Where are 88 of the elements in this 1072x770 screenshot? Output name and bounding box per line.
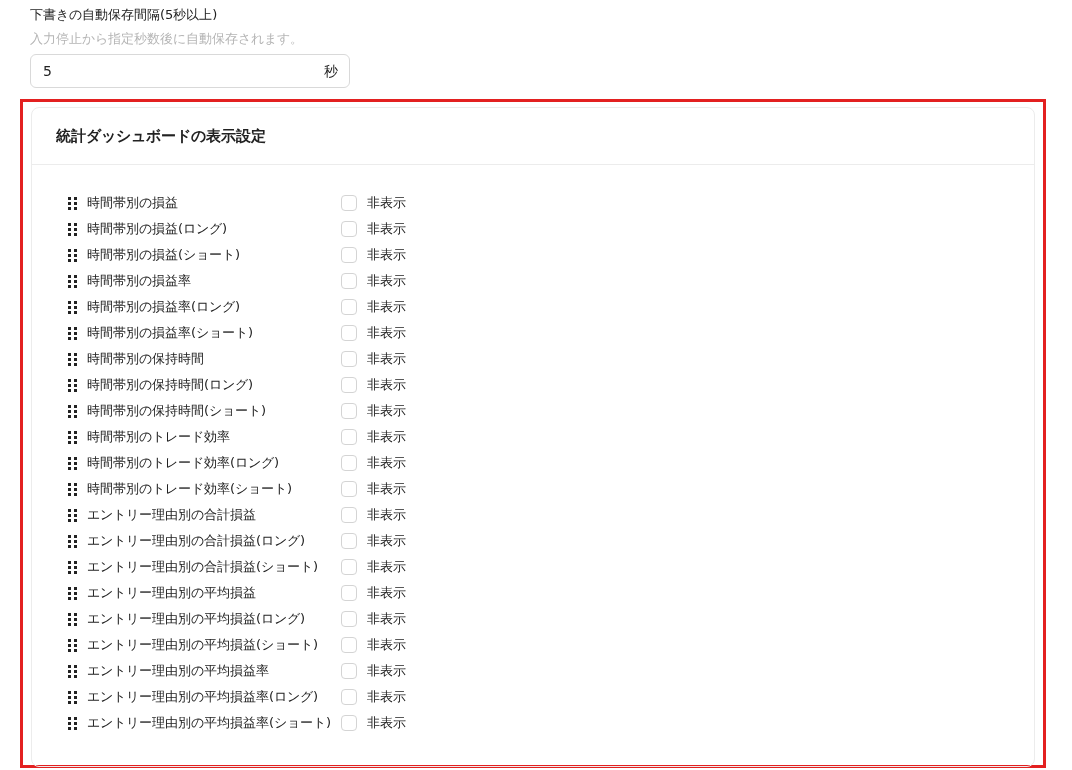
drag-handle-icon[interactable] xyxy=(68,690,77,704)
drag-handle-icon[interactable] xyxy=(68,430,77,444)
checkbox-label: 非表示 xyxy=(367,662,407,680)
item-label: エントリー理由別の平均損益 xyxy=(87,584,257,602)
drag-handle-icon[interactable] xyxy=(68,352,77,366)
drag-handle-icon[interactable] xyxy=(68,664,77,678)
item-label: エントリー理由別の平均損益率(ショート) xyxy=(87,714,332,732)
hide-checkbox[interactable] xyxy=(341,663,358,679)
drag-handle-icon[interactable] xyxy=(68,222,77,236)
hide-checkbox[interactable] xyxy=(341,325,358,341)
item-label: 時間帯別のトレード効率 xyxy=(87,428,231,446)
hide-checkbox[interactable] xyxy=(341,611,358,627)
unit-label: 秒 xyxy=(324,62,338,81)
hide-checkbox[interactable] xyxy=(341,559,358,575)
item-label: 時間帯別の保持時間(ロング) xyxy=(87,376,255,394)
item-label: エントリー理由別の合計損益(ロング) xyxy=(87,532,307,550)
drag-handle-icon[interactable] xyxy=(68,456,77,470)
hide-checkbox[interactable] xyxy=(341,481,358,497)
hide-checkbox[interactable] xyxy=(341,195,358,211)
drag-handle-icon[interactable] xyxy=(68,508,77,522)
checkbox-label: 非表示 xyxy=(367,194,407,212)
item-label: 時間帯別のトレード効率(ショート) xyxy=(87,480,294,498)
drag-handle-icon[interactable] xyxy=(68,326,77,340)
checkbox-label: 非表示 xyxy=(367,584,407,602)
checkbox-label: 非表示 xyxy=(367,402,407,420)
hide-checkbox[interactable] xyxy=(341,585,358,601)
checkbox-label: 非表示 xyxy=(367,506,407,524)
item-label: エントリー理由別の合計損益(ショート) xyxy=(87,558,320,576)
drag-handle-icon[interactable] xyxy=(68,612,77,626)
item-label: エントリー理由別の合計損益 xyxy=(87,506,257,524)
drag-handle-icon[interactable] xyxy=(68,534,77,548)
item-label: エントリー理由別の平均損益(ショート) xyxy=(87,636,320,654)
hide-checkbox[interactable] xyxy=(341,455,358,471)
checkbox-label: 非表示 xyxy=(367,428,407,446)
checkbox-label: 非表示 xyxy=(367,480,407,498)
hide-checkbox[interactable] xyxy=(341,221,358,237)
drag-handle-icon[interactable] xyxy=(68,300,77,314)
hide-checkbox[interactable] xyxy=(341,533,358,549)
drag-handle-icon[interactable] xyxy=(68,586,77,600)
item-label: 時間帯別の損益(ロング) xyxy=(87,220,229,238)
item-label: 時間帯別の損益率 xyxy=(87,272,192,290)
checkbox-label: 非表示 xyxy=(367,636,407,654)
item-label: 時間帯別の損益率(ロング) xyxy=(87,298,242,316)
drag-handle-icon[interactable] xyxy=(68,560,77,574)
hide-checkbox[interactable] xyxy=(341,273,358,289)
checkbox-label: 非表示 xyxy=(367,246,407,264)
checkbox-label: 非表示 xyxy=(367,558,407,576)
item-label: 時間帯別の損益率(ショート) xyxy=(87,324,255,342)
checkbox-label: 非表示 xyxy=(367,714,407,732)
drag-handle-icon[interactable] xyxy=(68,274,77,288)
item-label: 時間帯別の保持時間(ショート) xyxy=(87,402,268,420)
field-hint: 入力停止から指定秒数後に自動保存されます。 xyxy=(30,30,304,48)
checkbox-label: 非表示 xyxy=(367,454,407,472)
hide-checkbox[interactable] xyxy=(341,429,358,445)
hide-checkbox[interactable] xyxy=(341,507,358,523)
item-label: エントリー理由別の平均損益率 xyxy=(87,662,270,680)
drag-handle-icon[interactable] xyxy=(68,638,77,652)
drag-handle-icon[interactable] xyxy=(68,248,77,262)
hide-checkbox[interactable] xyxy=(341,403,358,419)
hide-checkbox[interactable] xyxy=(341,351,358,367)
hide-checkbox[interactable] xyxy=(341,377,358,393)
field-label: 下書きの自動保存間隔(5秒以上) xyxy=(30,6,219,24)
item-label: 時間帯別の保持時間 xyxy=(87,350,205,368)
checkbox-label: 非表示 xyxy=(367,350,407,368)
hide-checkbox[interactable] xyxy=(341,247,358,263)
item-label: エントリー理由別の平均損益(ロング) xyxy=(87,610,307,628)
drag-handle-icon[interactable] xyxy=(68,378,77,392)
checkbox-label: 非表示 xyxy=(367,272,407,290)
item-label: 時間帯別のトレード効率(ロング) xyxy=(87,454,281,472)
drag-handle-icon[interactable] xyxy=(68,482,77,496)
item-label: 時間帯別の損益 xyxy=(87,194,179,212)
drag-handle-icon[interactable] xyxy=(68,196,77,210)
checkbox-label: 非表示 xyxy=(367,298,407,316)
checkbox-label: 非表示 xyxy=(367,610,407,628)
hide-checkbox[interactable] xyxy=(341,299,358,315)
checkbox-label: 非表示 xyxy=(367,324,407,342)
checkbox-label: 非表示 xyxy=(367,376,407,394)
item-label: エントリー理由別の平均損益率(ロング) xyxy=(87,688,320,706)
drag-handle-icon[interactable] xyxy=(68,404,77,418)
item-label: 時間帯別の損益(ショート) xyxy=(87,246,242,264)
card-title: 統計ダッシュボードの表示設定 xyxy=(56,125,266,147)
hide-checkbox[interactable] xyxy=(341,689,358,705)
checkbox-label: 非表示 xyxy=(367,532,407,550)
checkbox-label: 非表示 xyxy=(367,688,407,706)
hide-checkbox[interactable] xyxy=(341,637,358,653)
drag-handle-icon[interactable] xyxy=(68,716,77,730)
hide-checkbox[interactable] xyxy=(341,715,358,731)
checkbox-label: 非表示 xyxy=(367,220,407,238)
